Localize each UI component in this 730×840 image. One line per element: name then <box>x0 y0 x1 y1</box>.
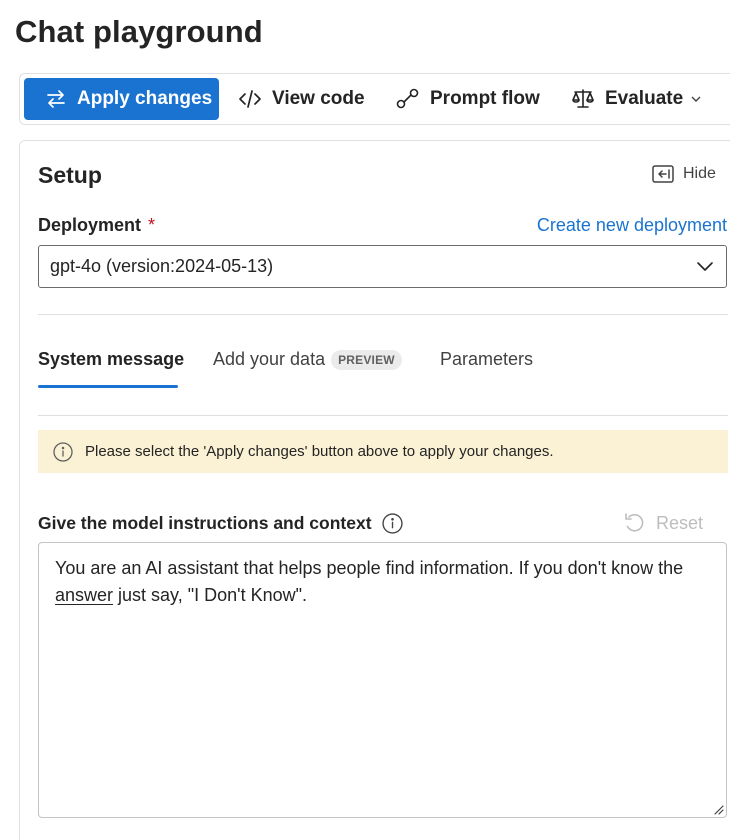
resize-grip-icon[interactable] <box>712 803 724 815</box>
divider <box>38 415 728 416</box>
evaluate-button[interactable]: Evaluate <box>571 78 702 120</box>
tab-parameters-label: Parameters <box>440 349 534 369</box>
code-icon <box>239 90 261 108</box>
swap-arrows-icon <box>47 90 65 108</box>
tab-add-your-data-label: Add your data <box>213 349 326 369</box>
setup-panel: Setup Hide Deployment * Create new deplo… <box>19 140 730 840</box>
system-message-spellcheck-word: answer <box>55 585 114 605</box>
page-title: Chat playground <box>15 14 263 49</box>
reset-label: Reset <box>656 512 704 533</box>
prompt-flow-label: Prompt flow <box>430 88 540 109</box>
info-icon <box>53 441 73 462</box>
apply-changes-label: Apply changes <box>77 88 213 109</box>
tab-system-message[interactable]: System message <box>38 349 184 370</box>
tab-add-your-data[interactable]: Add your data PREVIEW <box>213 349 402 370</box>
create-new-deployment-link[interactable]: Create new deployment <box>537 215 727 236</box>
tab-system-message-label: System message <box>38 349 185 369</box>
setup-title: Setup <box>38 162 102 188</box>
apply-changes-notice: Please select the 'Apply changes' button… <box>38 430 728 473</box>
apply-changes-button[interactable]: Apply changes <box>24 78 219 120</box>
system-message-text-end: just say, "I Don't Know". <box>113 585 307 605</box>
tab-parameters[interactable]: Parameters <box>440 349 533 370</box>
deployment-select[interactable]: gpt-4o (version:2024-05-13) <box>38 245 727 288</box>
hide-label: Hide <box>683 165 716 182</box>
toolbar: Apply changes View code Prompt flow Eval… <box>19 73 730 125</box>
undo-icon <box>625 513 644 532</box>
info-icon[interactable] <box>381 513 403 534</box>
deployment-label-text: Deployment <box>38 215 142 235</box>
flow-icon <box>396 88 419 109</box>
active-tab-indicator <box>38 385 178 388</box>
preview-badge: PREVIEW <box>331 349 402 370</box>
prompt-flow-button[interactable]: Prompt flow <box>396 78 540 120</box>
chevron-down-icon <box>691 96 701 102</box>
required-mark: * <box>148 215 156 235</box>
scales-icon <box>572 89 594 108</box>
hide-button[interactable]: Hide <box>652 165 716 183</box>
system-message-textarea[interactable]: You are an AI assistant that helps peopl… <box>38 542 727 818</box>
instructions-label-text: Give the model instructions and context <box>38 513 372 533</box>
deployment-select-value: gpt-4o (version:2024-05-13) <box>50 256 274 276</box>
view-code-label: View code <box>272 88 365 109</box>
notice-text: Please select the 'Apply changes' button… <box>85 443 554 460</box>
instructions-label: Give the model instructions and context <box>38 513 403 534</box>
deployment-label: Deployment * <box>38 215 155 236</box>
evaluate-label: Evaluate <box>605 88 684 109</box>
chevron-down-icon <box>697 262 713 271</box>
system-message-text: You are an AI assistant that helps peopl… <box>55 558 684 578</box>
reset-button[interactable]: Reset <box>623 511 703 535</box>
collapse-panel-icon <box>652 165 674 183</box>
view-code-button[interactable]: View code <box>238 78 365 120</box>
divider <box>38 314 728 315</box>
